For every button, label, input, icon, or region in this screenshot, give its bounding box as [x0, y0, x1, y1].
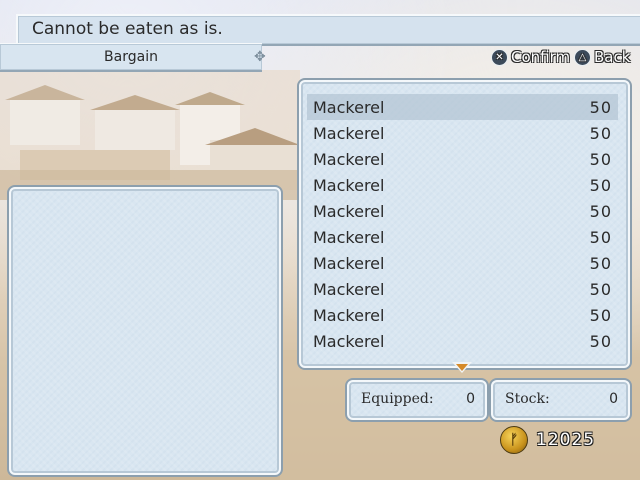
ornament-icon: ✥: [254, 49, 266, 65]
gold-display: ᚠ 12025: [500, 426, 595, 454]
list-item[interactable]: Mackerel 50: [307, 198, 618, 224]
triangle-button-icon: △: [574, 48, 591, 66]
mode-bar: Bargain ✥: [0, 43, 266, 72]
item-name: Mackerel: [313, 331, 385, 351]
list-item[interactable]: Mackerel 50: [307, 276, 618, 302]
item-list-panel: Mackerel 50 Mackerel 50 Mackerel 50 Mack…: [299, 80, 630, 368]
back-label: Back: [594, 48, 631, 66]
item-name: Mackerel: [313, 201, 385, 221]
message-bar: Cannot be eaten as is.: [16, 14, 640, 46]
item-price: 50: [589, 123, 612, 143]
item-info-panel: [9, 187, 281, 475]
stock-panel: Stock: 0: [491, 380, 630, 420]
list-item[interactable]: Mackerel 50: [307, 120, 618, 146]
list-item[interactable]: Mackerel 50: [307, 224, 618, 250]
item-price: 50: [589, 253, 612, 273]
scroll-down-arrow-fill: [456, 364, 468, 371]
mode-label: Bargain: [104, 49, 158, 65]
gold-coin-icon: ᚠ: [500, 426, 528, 454]
item-price: 50: [589, 201, 612, 221]
message-text: Cannot be eaten as is.: [32, 19, 223, 39]
equipped-value: 0: [466, 391, 475, 407]
item-price: 50: [589, 149, 612, 169]
item-price: 50: [589, 227, 612, 247]
item-name: Mackerel: [313, 253, 385, 273]
item-name: Mackerel: [313, 227, 385, 247]
gold-amount: 12025: [536, 430, 596, 450]
item-price: 50: [589, 305, 612, 325]
item-name: Mackerel: [313, 123, 385, 143]
item-name: Mackerel: [313, 97, 385, 117]
equipped-label: Equipped:: [361, 391, 434, 407]
item-name: Mackerel: [313, 279, 385, 299]
list-item[interactable]: Mackerel 50: [307, 250, 618, 276]
item-name: Mackerel: [313, 175, 385, 195]
list-item[interactable]: Mackerel 50: [307, 328, 618, 354]
confirm-hint[interactable]: ✕ Confirm: [491, 48, 570, 66]
item-price: 50: [589, 175, 612, 195]
list-item[interactable]: Mackerel 50: [307, 172, 618, 198]
item-name: Mackerel: [313, 149, 385, 169]
item-price: 50: [589, 331, 612, 351]
list-item[interactable]: Mackerel 50: [307, 94, 618, 120]
cross-button-icon: ✕: [491, 48, 508, 66]
stock-label: Stock:: [505, 391, 550, 407]
equipped-panel: Equipped: 0: [347, 380, 487, 420]
back-hint[interactable]: △ Back: [574, 48, 630, 66]
item-price: 50: [589, 97, 612, 117]
list-item[interactable]: Mackerel 50: [307, 146, 618, 172]
confirm-label: Confirm: [511, 48, 571, 66]
stock-value: 0: [609, 391, 618, 407]
item-name: Mackerel: [313, 305, 385, 325]
list-item[interactable]: Mackerel 50: [307, 302, 618, 328]
item-price: 50: [589, 279, 612, 299]
